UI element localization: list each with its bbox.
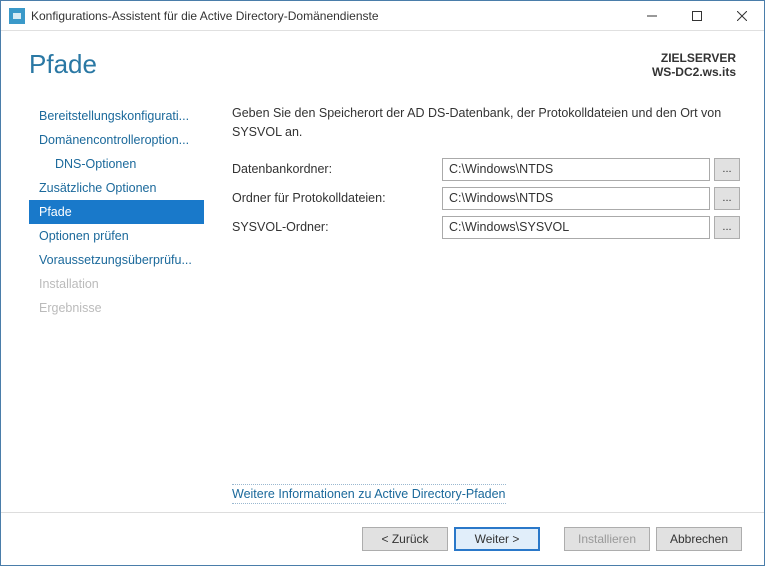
- body: Bereitstellungskonfigurati... Domänencon…: [1, 100, 764, 512]
- maximize-button[interactable]: [674, 1, 719, 30]
- target-server-block: ZIELSERVER WS-DC2.ws.its: [652, 51, 736, 79]
- spacer: [232, 245, 740, 485]
- target-server-label: ZIELSERVER: [652, 51, 736, 65]
- nav-item-additional[interactable]: Zusätzliche Optionen: [29, 176, 204, 200]
- row-database: Datenbankordner: ...: [232, 158, 740, 181]
- gap: [546, 527, 558, 551]
- input-sysvol[interactable]: [442, 216, 710, 239]
- install-button: Installieren: [564, 527, 650, 551]
- browse-log[interactable]: ...: [714, 187, 740, 210]
- description-text: Geben Sie den Speicherort der AD DS-Date…: [232, 104, 740, 142]
- label-log: Ordner für Protokolldateien:: [232, 191, 442, 205]
- row-sysvol: SYSVOL-Ordner: ...: [232, 216, 740, 239]
- browse-sysvol[interactable]: ...: [714, 216, 740, 239]
- minimize-button[interactable]: [629, 1, 674, 30]
- cancel-button[interactable]: Abbrechen: [656, 527, 742, 551]
- app-icon: [9, 8, 25, 24]
- target-server-value: WS-DC2.ws.its: [652, 65, 736, 79]
- page-heading: Pfade: [29, 49, 97, 80]
- label-database: Datenbankordner:: [232, 162, 442, 176]
- browse-database[interactable]: ...: [714, 158, 740, 181]
- nav-item-paths[interactable]: Pfade: [29, 200, 204, 224]
- nav-item-deployment[interactable]: Bereitstellungskonfigurati...: [29, 104, 204, 128]
- titlebar: Konfigurations-Assistent für die Active …: [1, 1, 764, 31]
- input-database[interactable]: [442, 158, 710, 181]
- footer: < Zurück Weiter > Installieren Abbrechen: [1, 512, 764, 565]
- nav-item-dns-options[interactable]: DNS-Optionen: [29, 152, 204, 176]
- wizard-window: Konfigurations-Assistent für die Active …: [0, 0, 765, 566]
- nav-item-dc-options[interactable]: Domänencontrolleroption...: [29, 128, 204, 152]
- window-buttons: [629, 1, 764, 30]
- header: Pfade ZIELSERVER WS-DC2.ws.its: [1, 31, 764, 100]
- content: Geben Sie den Speicherort der AD DS-Date…: [204, 100, 744, 512]
- sidebar: Bereitstellungskonfigurati... Domänencon…: [29, 100, 204, 512]
- window-title: Konfigurations-Assistent für die Active …: [31, 9, 629, 23]
- back-button[interactable]: < Zurück: [362, 527, 448, 551]
- nav-item-review[interactable]: Optionen prüfen: [29, 224, 204, 248]
- close-button[interactable]: [719, 1, 764, 30]
- next-button[interactable]: Weiter >: [454, 527, 540, 551]
- row-log: Ordner für Protokolldateien: ...: [232, 187, 740, 210]
- input-log[interactable]: [442, 187, 710, 210]
- nav-item-installation: Installation: [29, 272, 204, 296]
- nav-item-results: Ergebnisse: [29, 296, 204, 320]
- more-info-link[interactable]: Weitere Informationen zu Active Director…: [232, 484, 506, 504]
- label-sysvol: SYSVOL-Ordner:: [232, 220, 442, 234]
- nav-item-prerequisites[interactable]: Voraussetzungsüberprüfu...: [29, 248, 204, 272]
